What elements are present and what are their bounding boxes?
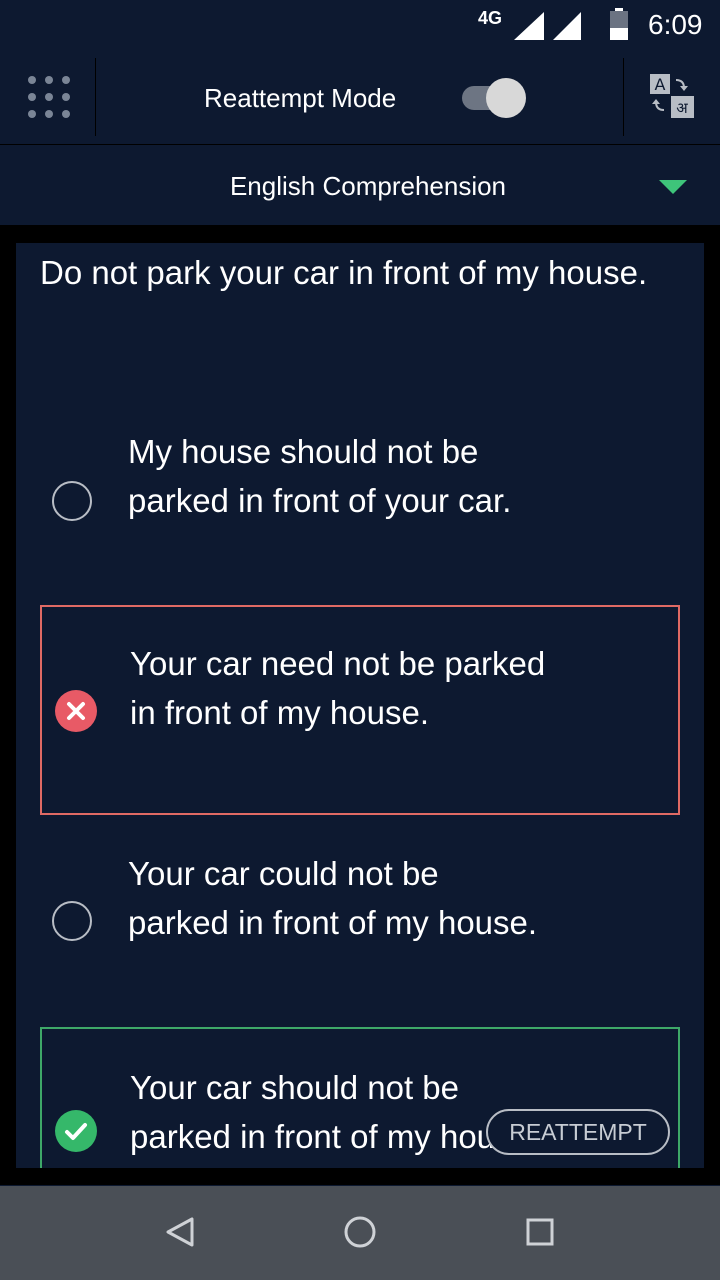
system-nav-bar (0, 1186, 720, 1280)
wrong-answer-icon (55, 690, 97, 732)
option-text: Your car should not be parked in front o… (130, 1069, 540, 1155)
option-3[interactable]: Your car could not be parked in front of… (40, 815, 680, 1027)
chevron-down-icon[interactable] (659, 180, 687, 194)
question-text: Do not park your car in front of my hous… (40, 254, 648, 291)
option-text: My house should not be parked in front o… (128, 433, 512, 519)
question-area: Do not park your car in front of my hous… (0, 227, 720, 1185)
translate-button[interactable]: A अ (624, 50, 720, 144)
option-text: Your car could not be parked in front of… (128, 855, 538, 941)
signal-icon (514, 12, 544, 40)
subject-title: English Comprehension (229, 171, 507, 201)
radio-unselected-icon (52, 901, 92, 941)
radio-unselected-icon (52, 481, 92, 521)
option-2[interactable]: Your car need not be parked in front of … (40, 605, 680, 815)
signal-icon (553, 12, 581, 40)
translate-icon: A अ (650, 74, 694, 118)
battery-icon (610, 8, 628, 40)
svg-text:A: A (655, 75, 666, 94)
home-icon[interactable] (343, 1215, 377, 1249)
option-text: Your car need not be parked in front of … (130, 645, 546, 731)
reattempt-mode-label: Reattempt Mode (204, 83, 397, 113)
grid-menu-button[interactable] (0, 50, 95, 135)
reattempt-button[interactable]: REATTEMPT (486, 1109, 670, 1155)
back-icon[interactable] (165, 1216, 195, 1248)
subject-selector[interactable]: English Comprehension (0, 145, 720, 227)
reattempt-mode-toggle[interactable] (462, 78, 526, 118)
option-1[interactable]: My house should not be parked in front o… (40, 425, 680, 605)
recents-icon[interactable] (525, 1217, 555, 1247)
question-card: Do not park your car in front of my hous… (16, 243, 704, 1168)
app-header: Reattempt Mode A अ (0, 50, 720, 145)
header-divider (95, 58, 96, 136)
clock: 6:09 (648, 9, 703, 40)
grid-menu-icon (28, 76, 70, 118)
status-bar: 4G 6:09 (0, 0, 720, 50)
svg-text:अ: अ (676, 99, 688, 117)
correct-answer-icon (55, 1110, 97, 1152)
network-type: 4G (478, 8, 503, 28)
